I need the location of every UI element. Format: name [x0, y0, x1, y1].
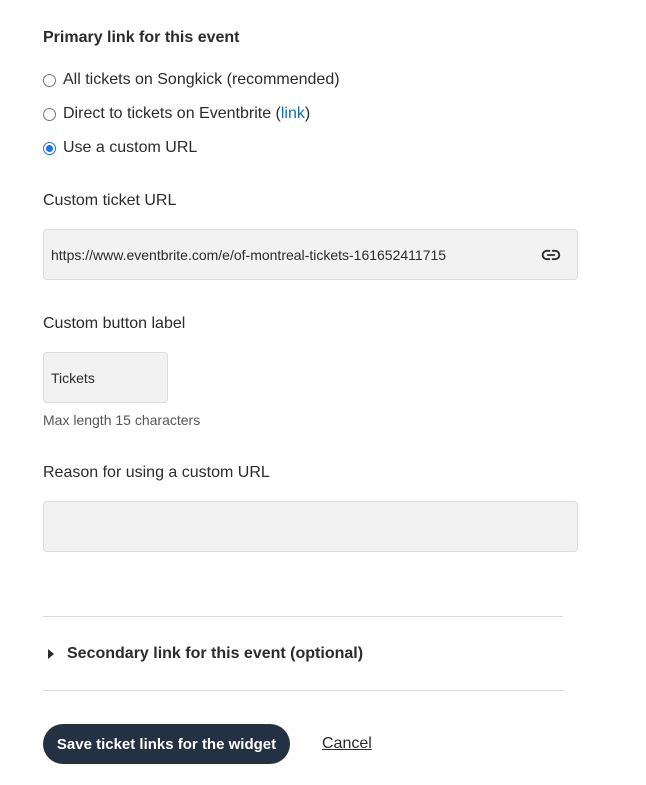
divider-bottom [43, 690, 563, 691]
divider-top [43, 616, 563, 617]
radio-label-eventbrite-prefix: Direct to tickets on Eventbrite ( [63, 105, 281, 122]
radio-label-eventbrite-suffix: ) [304, 105, 311, 122]
radio-button-songkick[interactable] [43, 73, 56, 87]
radio-option-songkick[interactable]: All tickets on Songkick (recommended) [43, 71, 340, 89]
max-length-hint: Max length 15 characters [43, 412, 201, 428]
radio-button-custom-url[interactable] [43, 141, 56, 155]
custom-url-value[interactable]: https://www.eventbrite.com/e/of-montreal… [51, 247, 540, 263]
radio-button-eventbrite[interactable] [43, 107, 56, 121]
radio-option-custom-url[interactable]: Use a custom URL [43, 139, 197, 157]
button-label-input[interactable]: Tickets [43, 352, 168, 403]
button-label-value[interactable]: Tickets [51, 370, 95, 386]
cancel-link[interactable]: Cancel [322, 735, 372, 753]
custom-url-label: Custom ticket URL [43, 192, 177, 209]
custom-url-input[interactable]: https://www.eventbrite.com/e/of-montreal… [43, 229, 578, 280]
primary-link-title: Primary link for this event [43, 29, 240, 46]
save-button[interactable]: Save ticket links for the widget [43, 724, 290, 764]
radio-label-custom-url: Use a custom URL [63, 139, 198, 156]
link-icon[interactable] [540, 244, 562, 266]
secondary-link-label: Secondary link for this event (optional) [67, 645, 364, 662]
reason-label: Reason for using a custom URL [43, 464, 270, 481]
radio-label-eventbrite: Direct to tickets on Eventbrite (link) [63, 105, 310, 123]
caret-right-icon[interactable] [48, 649, 54, 659]
button-label-label: Custom button label [43, 315, 186, 332]
reason-input[interactable] [43, 501, 578, 552]
radio-option-eventbrite[interactable]: Direct to tickets on Eventbrite (link) [43, 105, 310, 123]
radio-label-songkick: All tickets on Songkick (recommended) [63, 71, 340, 88]
secondary-link-toggle[interactable]: Secondary link for this event (optional) [43, 645, 363, 663]
eventbrite-link[interactable]: link [281, 105, 305, 122]
